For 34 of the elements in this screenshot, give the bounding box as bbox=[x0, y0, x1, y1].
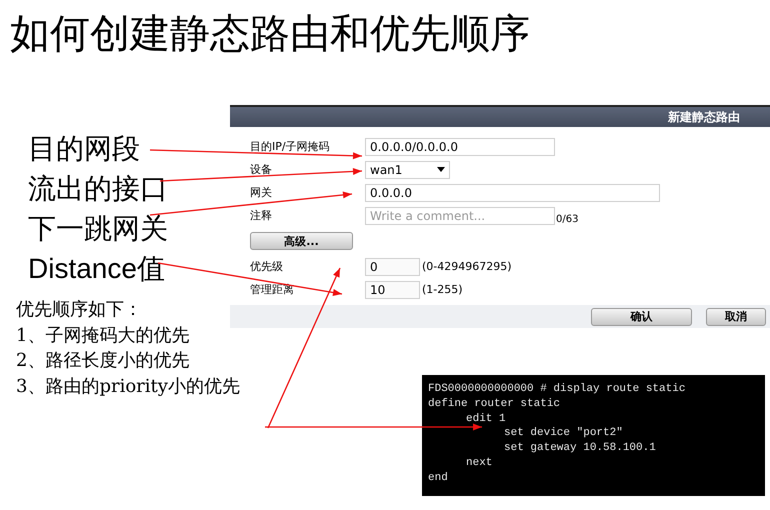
field-label: 优先级 bbox=[250, 259, 284, 274]
dialog-title: 新建静态路由 bbox=[668, 108, 740, 126]
field-label: 设备 bbox=[250, 162, 273, 177]
callout-label: 流出的接口 bbox=[28, 171, 168, 207]
note-item: 2、路径长度小的优先 bbox=[16, 349, 190, 373]
character-counter: 0/63 bbox=[556, 214, 578, 225]
field-label: 网关 bbox=[250, 185, 273, 200]
field-label: 目的IP/子网掩码 bbox=[250, 139, 331, 154]
input-field[interactable]: 0.0.0.0/0.0.0.0 bbox=[365, 138, 555, 156]
terminal-line: next bbox=[466, 456, 492, 469]
terminal-line: edit 1 bbox=[466, 412, 506, 425]
input-field[interactable]: 10 bbox=[365, 280, 420, 298]
caret-icon bbox=[437, 167, 445, 172]
dialog-button[interactable]: 取消 bbox=[706, 308, 766, 326]
terminal-line: end bbox=[428, 472, 448, 484]
terminal-line: define router static bbox=[428, 398, 560, 410]
range-hint: (1-255) bbox=[422, 283, 463, 296]
callout-label: 目的网段 bbox=[28, 131, 140, 167]
slide-title: 如何创建静态路由和优先顺序 bbox=[9, 10, 531, 59]
range-hint: (0-4294967295) bbox=[422, 260, 512, 273]
note-heading: 优先顺序如下： bbox=[16, 298, 142, 322]
input-field[interactable]: 0 bbox=[365, 258, 420, 276]
terminal-line: FDS0000000000000 # display route static bbox=[428, 383, 686, 395]
note-item: 3、路由的priority小的优先 bbox=[16, 374, 240, 398]
terminal-line: set gateway 10.58.100.1 bbox=[504, 442, 656, 454]
callout-label: Distance值 bbox=[28, 252, 165, 286]
terminal-line: set device "port2" bbox=[504, 427, 623, 440]
field-label: 注释 bbox=[250, 208, 273, 223]
note-item: 1、子网掩码大的优先 bbox=[16, 324, 190, 348]
dialog-button[interactable]: 确认 bbox=[591, 308, 692, 326]
dropdown[interactable]: wan1 bbox=[365, 160, 450, 178]
input-field[interactable]: 0.0.0.0 bbox=[365, 184, 660, 202]
callout-label: 下一跳网关 bbox=[28, 211, 168, 247]
advanced-button[interactable]: 高级... bbox=[250, 232, 353, 250]
